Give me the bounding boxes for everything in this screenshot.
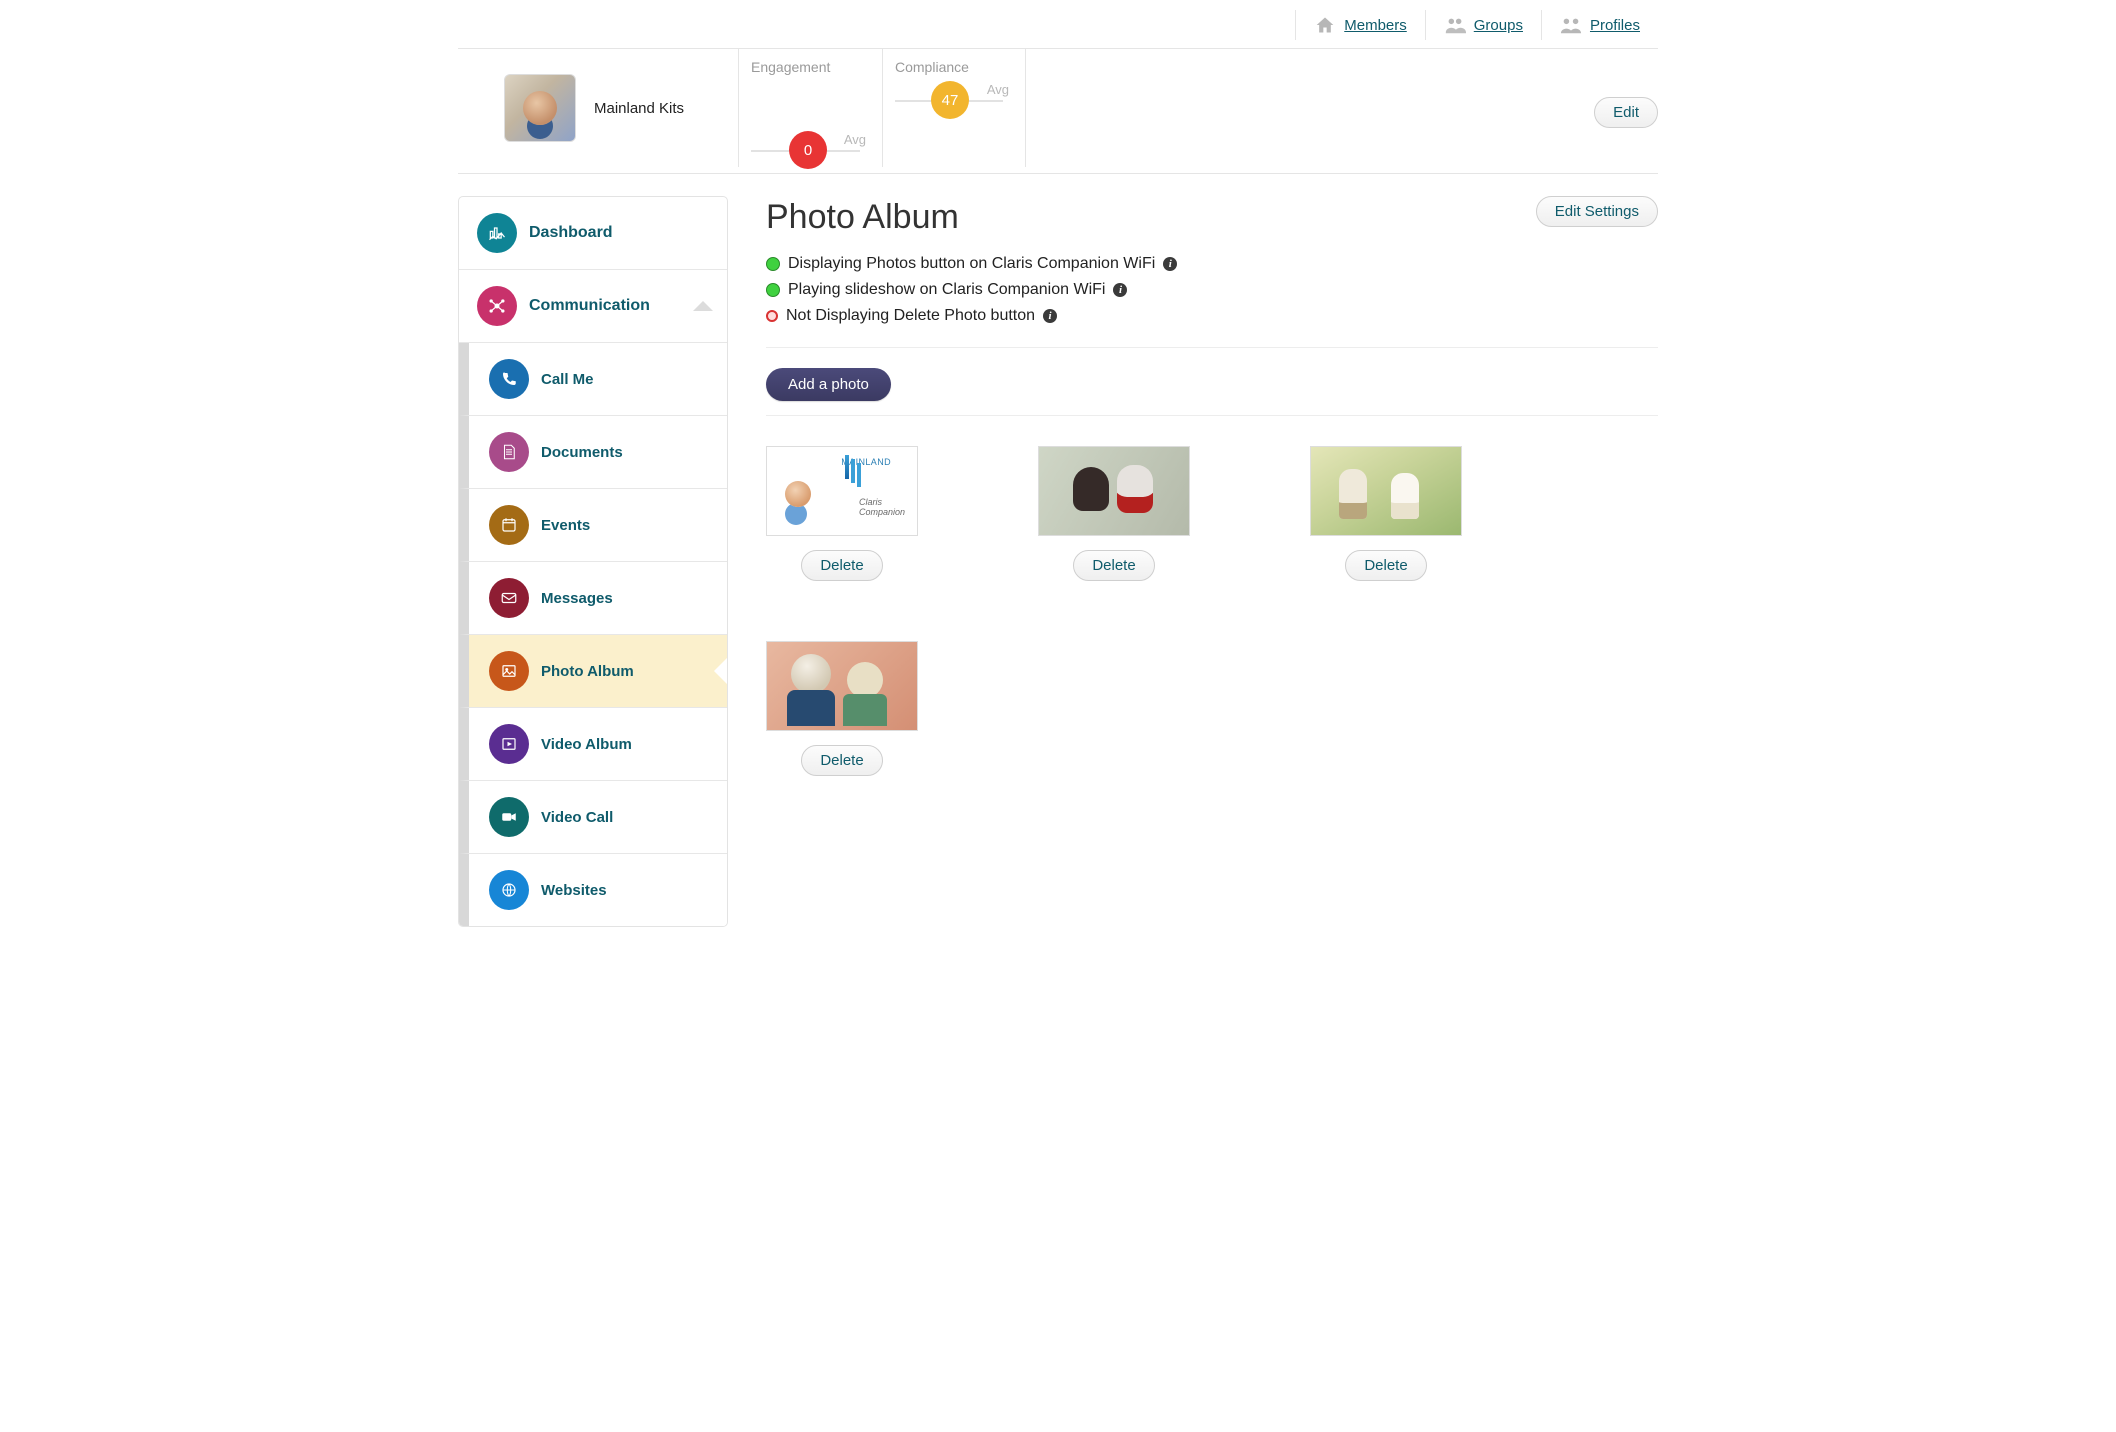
nav-profiles-link[interactable]: Profiles	[1590, 17, 1640, 34]
calendar-icon	[489, 505, 529, 545]
sidebar-communication-submenu: Call Me Documents Events	[459, 343, 727, 926]
separator	[766, 415, 1658, 416]
nav-members-link[interactable]: Members	[1344, 17, 1407, 34]
photo-icon	[489, 651, 529, 691]
phone-icon	[489, 359, 529, 399]
sidebar-dashboard[interactable]: Dashboard	[459, 197, 727, 270]
engagement-avg-label: Avg	[844, 132, 866, 147]
status-text: Displaying Photos button on Claris Compa…	[788, 255, 1155, 273]
chevron-up-icon	[693, 301, 713, 311]
sidebar-video-album[interactable]: Video Album	[459, 708, 727, 781]
sidebar-messages-label: Messages	[541, 590, 613, 607]
info-icon[interactable]: i	[1043, 309, 1057, 323]
edit-button[interactable]: Edit	[1594, 97, 1658, 128]
sidebar-websites-label: Websites	[541, 882, 607, 899]
profiles-icon	[1560, 14, 1582, 36]
sidebar-documents[interactable]: Documents	[459, 416, 727, 489]
sidebar-call-me-label: Call Me	[541, 371, 594, 388]
communication-icon	[477, 286, 517, 326]
compliance-avg-label: Avg	[987, 82, 1009, 97]
sidebar-documents-label: Documents	[541, 444, 623, 461]
sidebar-video-album-label: Video Album	[541, 736, 632, 753]
metric-engagement: Engagement 0 Avg	[738, 49, 882, 167]
info-icon[interactable]: i	[1113, 283, 1127, 297]
sidebar-call-me[interactable]: Call Me	[459, 343, 727, 416]
edit-settings-button[interactable]: Edit Settings	[1536, 196, 1658, 227]
separator	[766, 347, 1658, 348]
metrics: Engagement 0 Avg Compliance 47 Avg	[738, 49, 1026, 167]
delete-photo-button[interactable]: Delete	[801, 550, 882, 581]
status-row: Displaying Photos button on Claris Compa…	[766, 251, 1658, 277]
gallery-item: Delete	[1038, 446, 1190, 581]
status-dot-green-icon	[766, 257, 780, 271]
sidebar-communication-label: Communication	[529, 297, 650, 315]
sidebar: Dashboard Communication Call Me	[458, 196, 728, 927]
photo-thumbnail[interactable]	[766, 641, 918, 731]
photo-thumbnail[interactable]	[1310, 446, 1462, 536]
photo-gallery: MAINLAND ClarisCompanion Delete Delete D…	[766, 446, 1658, 776]
home-icon	[1314, 14, 1336, 36]
status-dot-red-icon	[766, 310, 778, 322]
nav-groups-link[interactable]: Groups	[1474, 17, 1523, 34]
photo-thumbnail[interactable]	[1038, 446, 1190, 536]
page-title: Photo Album	[766, 198, 959, 237]
nav-profiles[interactable]: Profiles	[1541, 10, 1658, 40]
envelope-icon	[489, 578, 529, 618]
nav-members[interactable]: Members	[1295, 10, 1425, 40]
sidebar-events[interactable]: Events	[459, 489, 727, 562]
member-header: Mainland Kits Engagement 0 Avg Complianc…	[458, 49, 1658, 174]
delete-photo-button[interactable]: Delete	[801, 745, 882, 776]
sidebar-websites[interactable]: Websites	[459, 854, 727, 926]
add-photo-button[interactable]: Add a photo	[766, 368, 891, 401]
photo-thumbnail[interactable]: MAINLAND ClarisCompanion	[766, 446, 918, 536]
main-content: Photo Album Edit Settings Displaying Pho…	[766, 196, 1658, 927]
status-text: Playing slideshow on Claris Companion Wi…	[788, 281, 1105, 299]
groups-icon	[1444, 14, 1466, 36]
nav-groups[interactable]: Groups	[1425, 10, 1541, 40]
globe-icon	[489, 870, 529, 910]
film-icon	[489, 724, 529, 764]
member-avatar[interactable]	[504, 74, 576, 142]
status-list: Displaying Photos button on Claris Compa…	[766, 251, 1658, 329]
delete-photo-button[interactable]: Delete	[1345, 550, 1426, 581]
member-name: Mainland Kits	[594, 100, 684, 117]
sidebar-photo-album-label: Photo Album	[541, 663, 634, 680]
engagement-value: 0	[789, 131, 827, 169]
sidebar-video-call[interactable]: Video Call	[459, 781, 727, 854]
sidebar-communication[interactable]: Communication	[459, 270, 727, 343]
dashboard-icon	[477, 213, 517, 253]
info-icon[interactable]: i	[1163, 257, 1177, 271]
delete-photo-button[interactable]: Delete	[1073, 550, 1154, 581]
sidebar-messages[interactable]: Messages	[459, 562, 727, 635]
top-navigation: Members Groups Profiles	[458, 0, 1658, 49]
sidebar-dashboard-label: Dashboard	[529, 224, 613, 242]
status-text: Not Displaying Delete Photo button	[786, 307, 1035, 325]
documents-icon	[489, 432, 529, 472]
status-row: Playing slideshow on Claris Companion Wi…	[766, 277, 1658, 303]
engagement-label: Engagement	[751, 59, 870, 75]
sidebar-photo-album[interactable]: Photo Album	[459, 635, 727, 708]
gallery-item: Delete	[766, 641, 918, 776]
metric-compliance: Compliance 47 Avg	[882, 49, 1026, 167]
sidebar-video-call-label: Video Call	[541, 809, 613, 826]
gallery-item: MAINLAND ClarisCompanion Delete	[766, 446, 918, 581]
video-camera-icon	[489, 797, 529, 837]
gallery-item: Delete	[1310, 446, 1462, 581]
status-dot-green-icon	[766, 283, 780, 297]
member-info: Mainland Kits	[458, 60, 738, 156]
sidebar-events-label: Events	[541, 517, 590, 534]
status-row: Not Displaying Delete Photo button i	[766, 303, 1658, 329]
compliance-value: 47	[931, 81, 969, 119]
